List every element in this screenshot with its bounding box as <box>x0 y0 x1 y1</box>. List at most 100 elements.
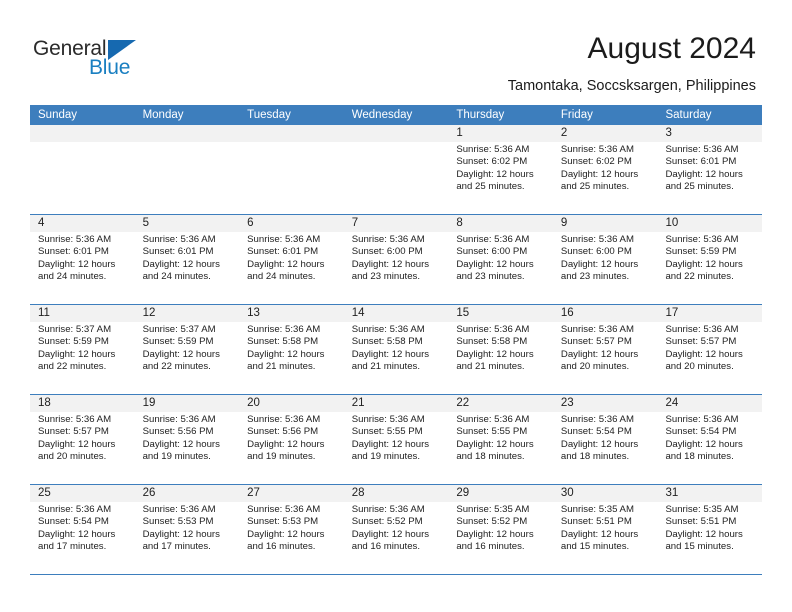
calendar-day-cell-empty <box>343 125 449 214</box>
calendar-day-cell[interactable]: 27 Sunrise: 5:36 AM Sunset: 5:53 PM Dayligh… <box>239 485 344 574</box>
calendar-day-cell[interactable]: 17 Sunrise: 5:36 AM Sunset: 5:57 PM Dayligh… <box>657 305 763 394</box>
calendar-day-cell[interactable]: 11 Sunrise: 5:37 AM Sunset: 5:59 PM Dayligh… <box>30 305 135 394</box>
calendar-day-cell[interactable]: 31 Sunrise: 5:35 AM Sunset: 5:51 PM Dayligh… <box>657 485 763 574</box>
daylight-text: Daylight: 12 hours and 16 minutes. <box>456 528 534 552</box>
daylight-text: Daylight: 12 hours and 18 minutes. <box>665 438 743 462</box>
sunrise-text: Sunrise: 5:36 AM <box>560 144 634 155</box>
daylight-text: Daylight: 12 hours and 16 minutes. <box>247 528 325 552</box>
day-number: 10 <box>665 217 679 229</box>
day-number: 14 <box>351 307 365 319</box>
calendar-day-cell[interactable]: 16 Sunrise: 5:36 AM Sunset: 5:57 PM Dayligh… <box>552 305 658 394</box>
daylight-text: Daylight: 12 hours and 15 minutes. <box>560 528 639 552</box>
day-number: 18 <box>38 397 51 409</box>
sunrise-text: Sunrise: 5:36 AM <box>456 144 530 155</box>
sunrise-text: Sunrise: 5:36 AM <box>142 234 216 245</box>
sunrise-text: Sunrise: 5:36 AM <box>38 504 112 515</box>
day-number: 3 <box>665 127 672 139</box>
sunset-text: Sunset: 6:01 PM <box>38 246 109 258</box>
sunset-text: Sunset: 6:00 PM <box>456 246 528 258</box>
calendar-day-cell[interactable]: 23 Sunrise: 5:36 AM Sunset: 5:54 PM Dayligh… <box>552 395 658 484</box>
calendar-day-cell[interactable]: 12 Sunrise: 5:37 AM Sunset: 5:59 PM Dayligh… <box>134 305 240 394</box>
sunset-text: Sunset: 6:00 PM <box>560 246 632 258</box>
calendar-day-cell[interactable]: 24 Sunrise: 5:36 AM Sunset: 5:54 PM Dayligh… <box>657 395 763 484</box>
day-number: 4 <box>38 217 45 229</box>
daylight-text: Daylight: 12 hours and 19 minutes. <box>142 438 220 462</box>
calendar-day-cell[interactable]: 4 Sunrise: 5:36 AM Sunset: 6:01 PM Daylight… <box>30 215 135 304</box>
day-number-band <box>239 215 344 232</box>
sunset-text: Sunset: 5:54 PM <box>38 516 109 528</box>
calendar-day-cell[interactable]: 9 Sunrise: 5:36 AM Sunset: 6:00 PM Daylight… <box>552 215 658 304</box>
sunset-text: Sunset: 5:58 PM <box>456 336 528 348</box>
day-details: Sunrise: 5:36 AM Sunset: 6:01 PM Daylight:… <box>665 144 759 193</box>
day-number: 11 <box>38 307 50 319</box>
day-number-band <box>134 125 240 142</box>
calendar-day-cell[interactable]: 3 Sunrise: 5:36 AM Sunset: 6:01 PM Daylight… <box>657 125 763 214</box>
calendar-day-cell[interactable]: 10 Sunrise: 5:36 AM Sunset: 5:59 PM Dayligh… <box>657 215 763 304</box>
calendar-day-cell[interactable]: 14 Sunrise: 5:36 AM Sunset: 5:58 PM Dayligh… <box>343 305 449 394</box>
day-number-band <box>657 125 763 142</box>
sunset-text: Sunset: 5:57 PM <box>665 336 737 348</box>
day-details: Sunrise: 5:36 AM Sunset: 5:52 PM Daylight:… <box>352 504 446 553</box>
sunset-text: Sunset: 6:01 PM <box>247 246 319 258</box>
daylight-text: Daylight: 12 hours and 25 minutes. <box>665 168 743 192</box>
calendar-day-cell[interactable]: 7 Sunrise: 5:36 AM Sunset: 6:00 PM Daylight… <box>343 215 449 304</box>
calendar-day-cell[interactable]: 21 Sunrise: 5:36 AM Sunset: 5:55 PM Dayligh… <box>343 395 449 484</box>
sunset-text: Sunset: 5:58 PM <box>247 336 319 348</box>
day-number-band <box>239 125 344 142</box>
sunrise-text: Sunrise: 5:36 AM <box>351 324 425 335</box>
sunrise-text: Sunrise: 5:36 AM <box>247 324 321 335</box>
day-details: Sunrise: 5:36 AM Sunset: 6:00 PM Daylight:… <box>561 234 655 283</box>
calendar-day-cell[interactable]: 18 Sunrise: 5:36 AM Sunset: 5:57 PM Dayligh… <box>30 395 135 484</box>
sunset-text: Sunset: 5:53 PM <box>142 516 214 528</box>
calendar-day-cell[interactable]: 29 Sunrise: 5:35 AM Sunset: 5:52 PM Dayligh… <box>448 485 553 574</box>
daylight-text: Daylight: 12 hours and 24 minutes. <box>38 258 116 282</box>
day-details: Sunrise: 5:36 AM Sunset: 6:01 PM Daylight:… <box>143 234 237 283</box>
general-blue-logo[interactable]: General Blue <box>33 37 163 87</box>
calendar-day-cell[interactable]: 25 Sunrise: 5:36 AM Sunset: 5:54 PM Dayligh… <box>30 485 135 574</box>
page-title: August 2024 <box>587 32 756 65</box>
day-number: 30 <box>560 487 574 499</box>
sunrise-text: Sunrise: 5:36 AM <box>665 234 739 245</box>
day-details: Sunrise: 5:36 AM Sunset: 5:59 PM Daylight:… <box>665 234 759 283</box>
sunset-text: Sunset: 5:56 PM <box>142 426 214 438</box>
calendar-day-cell[interactable]: 15 Sunrise: 5:36 AM Sunset: 5:58 PM Dayligh… <box>448 305 553 394</box>
day-details: Sunrise: 5:36 AM Sunset: 5:58 PM Daylight:… <box>456 324 550 373</box>
calendar-day-cell[interactable]: 28 Sunrise: 5:36 AM Sunset: 5:52 PM Dayligh… <box>343 485 449 574</box>
weekday-header-row: Sunday Monday Tuesday Wednesday Thursday Frid… <box>30 105 762 125</box>
calendar-day-cell[interactable]: 30 Sunrise: 5:35 AM Sunset: 5:51 PM Dayligh… <box>552 485 658 574</box>
calendar-day-cell[interactable]: 2 Sunrise: 5:36 AM Sunset: 6:02 PM Daylight… <box>552 125 658 214</box>
sunrise-text: Sunrise: 5:36 AM <box>351 504 425 515</box>
daylight-text: Daylight: 12 hours and 24 minutes. <box>142 258 220 282</box>
sunrise-text: Sunrise: 5:36 AM <box>351 414 425 425</box>
day-details: Sunrise: 5:36 AM Sunset: 5:57 PM Daylight:… <box>38 414 132 463</box>
day-number: 22 <box>456 397 470 409</box>
day-details: Sunrise: 5:36 AM Sunset: 5:55 PM Daylight:… <box>352 414 446 463</box>
calendar-day-cell[interactable]: 13 Sunrise: 5:36 AM Sunset: 5:58 PM Dayligh… <box>239 305 344 394</box>
day-details: Sunrise: 5:36 AM Sunset: 5:56 PM Daylight:… <box>247 414 341 463</box>
calendar-week-row: 18 Sunrise: 5:36 AM Sunset: 5:57 PM Dayligh… <box>30 395 763 485</box>
calendar-day-cell[interactable]: 19 Sunrise: 5:36 AM Sunset: 5:56 PM Dayligh… <box>134 395 240 484</box>
day-details: Sunrise: 5:36 AM Sunset: 5:53 PM Daylight:… <box>247 504 341 553</box>
calendar-day-cell[interactable]: 6 Sunrise: 5:36 AM Sunset: 6:01 PM Daylight… <box>239 215 344 304</box>
day-details: Sunrise: 5:36 AM Sunset: 5:55 PM Daylight:… <box>456 414 550 463</box>
day-number: 17 <box>665 307 679 319</box>
weekday-header-sunday: Sunday <box>38 109 78 121</box>
calendar-day-cell[interactable]: 22 Sunrise: 5:36 AM Sunset: 5:55 PM Dayligh… <box>448 395 553 484</box>
day-details: Sunrise: 5:36 AM Sunset: 6:01 PM Daylight:… <box>247 234 341 283</box>
day-details: Sunrise: 5:36 AM Sunset: 5:54 PM Daylight:… <box>561 414 655 463</box>
calendar-day-cell[interactable]: 20 Sunrise: 5:36 AM Sunset: 5:56 PM Dayligh… <box>239 395 344 484</box>
calendar-day-cell[interactable]: 1 Sunrise: 5:36 AM Sunset: 6:02 PM Daylight… <box>448 125 553 214</box>
day-number-band <box>448 125 553 142</box>
sunrise-text: Sunrise: 5:36 AM <box>456 234 530 245</box>
day-number: 12 <box>142 307 156 319</box>
calendar-weeks: 1 Sunrise: 5:36 AM Sunset: 6:02 PM Daylight… <box>30 125 763 575</box>
day-details: Sunrise: 5:36 AM Sunset: 5:58 PM Daylight:… <box>352 324 446 373</box>
calendar-day-cell[interactable]: 8 Sunrise: 5:36 AM Sunset: 6:00 PM Daylight… <box>448 215 553 304</box>
sunset-text: Sunset: 5:54 PM <box>560 426 632 438</box>
day-number: 31 <box>665 487 679 499</box>
calendar-day-cell[interactable]: 26 Sunrise: 5:36 AM Sunset: 5:53 PM Dayligh… <box>134 485 240 574</box>
daylight-text: Daylight: 12 hours and 19 minutes. <box>351 438 430 462</box>
day-number: 29 <box>456 487 470 499</box>
calendar-day-cell[interactable]: 5 Sunrise: 5:36 AM Sunset: 6:01 PM Daylight… <box>134 215 240 304</box>
day-details: Sunrise: 5:36 AM Sunset: 5:58 PM Daylight:… <box>247 324 341 373</box>
